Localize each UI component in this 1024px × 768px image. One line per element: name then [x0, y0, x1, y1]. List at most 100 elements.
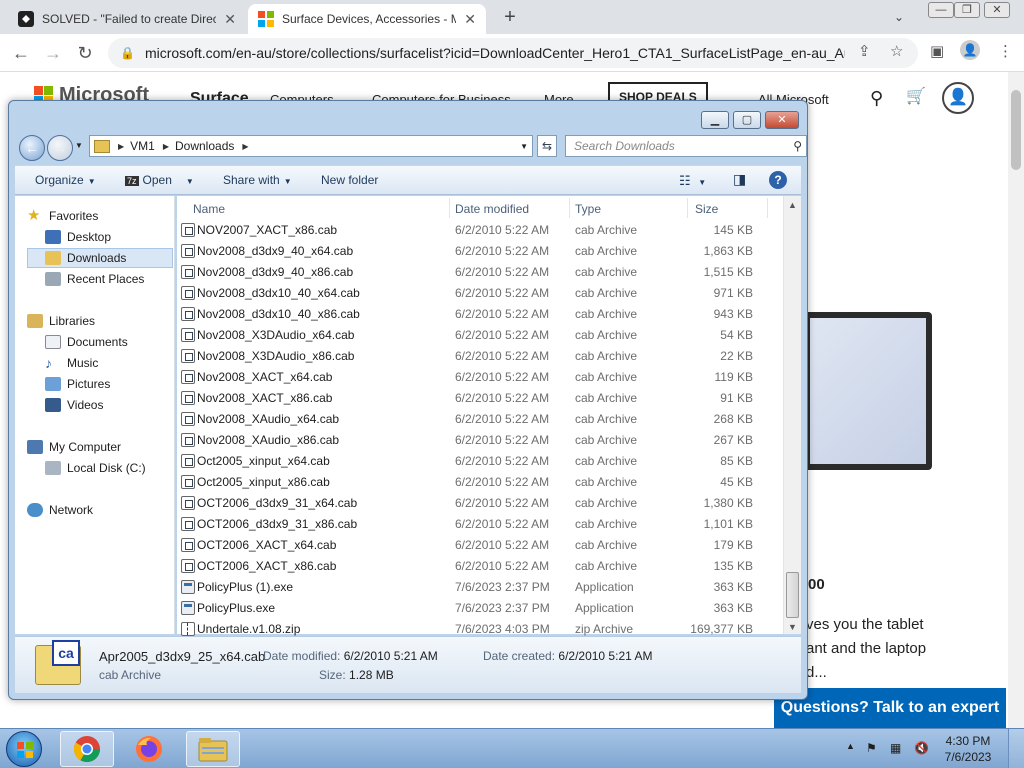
file-size: 268 KB [713, 412, 753, 426]
taskbar-clock[interactable]: 4:30 PM 7/6/2023 [938, 733, 998, 765]
recent-pages-chevron-icon[interactable]: ▼ [75, 141, 83, 150]
file-row[interactable]: Nov2008_XAudio_x64.cab 6/2/2010 5:22 AM ca… [177, 409, 783, 430]
nav-my-computer[interactable]: My Computer [27, 437, 121, 457]
file-row[interactable]: PolicyPlus.exe 7/6/2023 2:37 PM Applicatio… [177, 598, 783, 619]
back-arrow-icon[interactable]: ← [8, 40, 34, 66]
file-row[interactable]: Oct2005_xinput_x86.cab 6/2/2010 5:22 AM ca… [177, 472, 783, 493]
file-name: OCT2006_XACT_x86.cab [197, 559, 337, 573]
explorer-maximize-button[interactable]: ▢ [733, 111, 761, 129]
explorer-back-icon[interactable]: ← [19, 135, 45, 161]
new-tab-button[interactable]: + [498, 6, 522, 29]
column-type-header[interactable]: Type [575, 202, 601, 216]
nav-favorites[interactable]: ★ Favorites [27, 206, 98, 226]
nav-recent-places[interactable]: Recent Places [45, 269, 144, 289]
surface-laptop-image[interactable] [804, 312, 932, 470]
file-row[interactable]: Nov2008_d3dx10_40_x86.cab 6/2/2010 5:22 A… [177, 304, 783, 325]
file-row[interactable]: Nov2008_X3DAudio_x86.cab 6/2/2010 5:22 AM… [177, 346, 783, 367]
show-hidden-icons-arrow[interactable]: ▲ [846, 741, 855, 751]
nav-documents[interactable]: Documents [45, 332, 128, 352]
nav-desktop[interactable]: Desktop [45, 227, 111, 247]
file-row[interactable]: Nov2008_X3DAudio_x64.cab 6/2/2010 5:22 AM… [177, 325, 783, 346]
file-row[interactable]: Nov2008_XACT_x86.cab 6/2/2010 5:22 AM cab … [177, 388, 783, 409]
folder-icon [94, 139, 110, 153]
file-row[interactable]: NOV2007_XACT_x86.cab 6/2/2010 5:22 AM cab … [177, 220, 783, 241]
file-row[interactable]: Nov2008_d3dx10_40_x64.cab 6/2/2010 5:22 A… [177, 283, 783, 304]
browser-tab-solved[interactable]: SOLVED - "Failed to create Direct ✕ [8, 4, 246, 34]
scroll-down-arrow-icon[interactable]: ▼ [788, 622, 797, 632]
column-date-header[interactable]: Date modified [455, 202, 529, 216]
cab-archive-icon [181, 496, 195, 510]
close-tab-icon[interactable]: ✕ [224, 11, 236, 28]
breadcrumb-downloads[interactable]: Downloads [175, 139, 234, 153]
address-history-chevron-icon[interactable]: ▼ [520, 142, 528, 151]
column-name-header[interactable]: Name [193, 202, 225, 216]
nav-local-disk[interactable]: Local Disk (C:) [45, 458, 146, 478]
address-bar[interactable]: 🔒 microsoft.com/en-au/store/collections/… [108, 38, 918, 68]
side-panel-icon[interactable]: ▣ [930, 42, 944, 60]
profile-avatar-icon[interactable]: 👤 [960, 40, 980, 60]
close-window-button[interactable]: ✕ [984, 2, 1010, 18]
file-row[interactable]: OCT2006_XACT_x86.cab 6/2/2010 5:22 AM cab … [177, 556, 783, 577]
file-row[interactable]: OCT2006_d3dx9_31_x64.cab 6/2/2010 5:22 AM… [177, 493, 783, 514]
file-date: 6/2/2010 5:22 AM [455, 433, 550, 447]
nav-videos[interactable]: Videos [45, 395, 103, 415]
talk-to-expert-button[interactable]: Questions? Talk to an expert [774, 688, 1006, 728]
show-desktop-button[interactable] [1008, 729, 1024, 768]
share-icon[interactable]: ⇪ [858, 42, 871, 60]
breadcrumb-vm1[interactable]: VM1 [130, 139, 155, 153]
taskbar-firefox[interactable] [122, 731, 176, 767]
file-row[interactable]: OCT2006_XACT_x64.cab 6/2/2010 5:22 AM cab … [177, 535, 783, 556]
nav-pictures[interactable]: Pictures [45, 374, 110, 394]
close-tab-icon[interactable]: ✕ [464, 11, 476, 28]
minimize-window-button[interactable]: — [928, 2, 954, 18]
reload-icon[interactable]: ↻ [72, 40, 98, 66]
action-center-flag-icon[interactable]: ⚑ [866, 741, 877, 755]
file-row[interactable]: OCT2006_d3dx9_31_x86.cab 6/2/2010 5:22 AM… [177, 514, 783, 535]
explorer-close-button[interactable]: ✕ [765, 111, 799, 129]
share-with-button[interactable]: Share with ▼ [223, 173, 292, 187]
organize-menu-button[interactable]: Organize ▼ [35, 173, 96, 187]
file-row[interactable]: Nov2008_d3dx9_40_x64.cab 6/2/2010 5:22 AM… [177, 241, 783, 262]
scrollbar-thumb[interactable] [786, 572, 799, 618]
browser-tab-surface[interactable]: Surface Devices, Accessories - M ✕ [248, 4, 486, 34]
forward-arrow-icon[interactable]: → [40, 40, 66, 66]
refresh-icon[interactable]: ⇆ [537, 135, 557, 157]
preview-pane-icon[interactable]: ◨ [733, 171, 746, 188]
file-row[interactable]: Nov2008_d3dx9_40_x86.cab 6/2/2010 5:22 AM… [177, 262, 783, 283]
scroll-up-arrow-icon[interactable]: ▲ [788, 200, 797, 210]
search-icon[interactable]: ⚲ [870, 88, 883, 109]
new-folder-button[interactable]: New folder [321, 173, 378, 187]
file-row[interactable]: Nov2008_XACT_x64.cab 6/2/2010 5:22 AM cab … [177, 367, 783, 388]
cart-icon[interactable]: 🛒 [906, 86, 926, 106]
explorer-search-input[interactable]: Search Downloads ⚲ [565, 135, 807, 157]
volume-muted-icon[interactable]: 🔇 [914, 741, 929, 755]
file-row[interactable]: PolicyPlus (1).exe 7/6/2023 2:37 PM Applic… [177, 577, 783, 598]
account-icon[interactable]: 👤 [942, 82, 974, 114]
view-options-icon[interactable]: ☷ ▼ [679, 173, 706, 189]
nav-music[interactable]: ♪ Music [45, 353, 98, 373]
file-row[interactable]: Nov2008_XAudio_x86.cab 6/2/2010 5:22 AM ca… [177, 430, 783, 451]
restore-window-button[interactable]: ❐ [954, 2, 980, 18]
open-button[interactable]: 7z Open ▼ [125, 173, 194, 187]
explorer-minimize-button[interactable]: ▁ [701, 111, 729, 129]
firefox-icon [136, 736, 162, 762]
nav-libraries[interactable]: Libraries [27, 311, 95, 331]
help-icon[interactable]: ? [769, 171, 787, 189]
nav-downloads[interactable]: Downloads [27, 248, 173, 268]
taskbar-explorer[interactable] [186, 731, 240, 767]
tab-search-icon[interactable]: ⌄ [894, 10, 904, 24]
file-list-scrollbar[interactable]: ▲ ▼ [783, 196, 801, 634]
kebab-menu-icon[interactable]: ⋮ [998, 42, 1013, 60]
page-scrollbar[interactable] [1008, 72, 1024, 728]
explorer-forward-icon[interactable]: → [47, 135, 73, 161]
taskbar-chrome[interactable] [60, 731, 114, 767]
start-button[interactable] [6, 731, 42, 767]
network-status-icon[interactable]: ▦ [890, 741, 901, 755]
cab-archive-icon: ca [35, 640, 81, 685]
nav-network[interactable]: Network [27, 500, 93, 520]
explorer-address-bar[interactable]: ▶ VM1 ▶ Downloads ▶ ▼ [89, 135, 533, 157]
bookmark-star-icon[interactable]: ☆ [890, 42, 903, 60]
column-size-header[interactable]: Size [695, 202, 718, 216]
file-date: 6/2/2010 5:22 AM [455, 307, 550, 321]
file-row[interactable]: Oct2005_xinput_x64.cab 6/2/2010 5:22 AM ca… [177, 451, 783, 472]
